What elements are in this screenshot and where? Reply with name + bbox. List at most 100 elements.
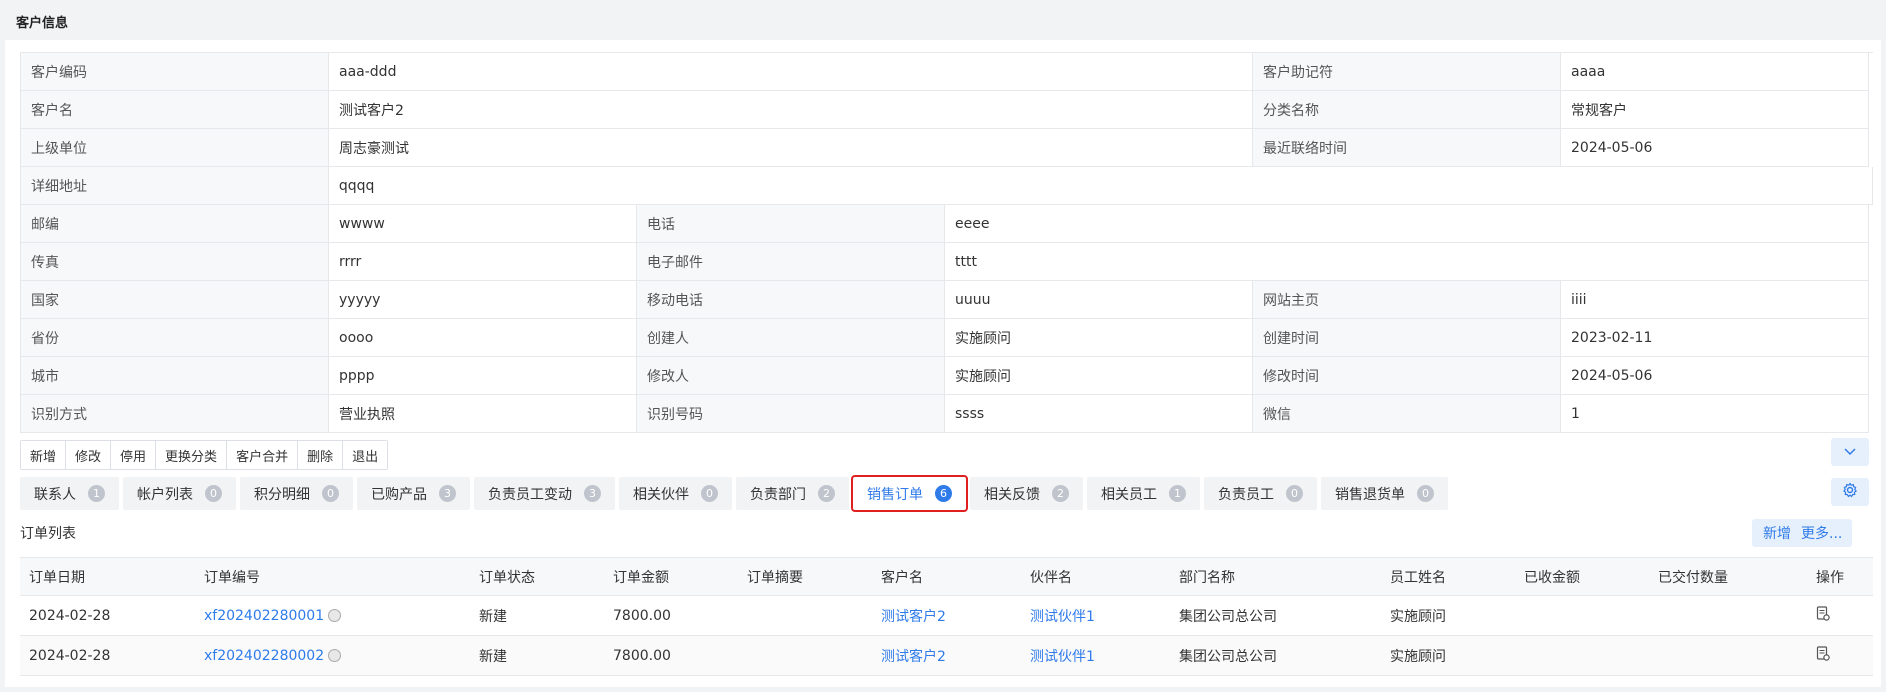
order-status: 新建 — [470, 595, 604, 636]
website-label: 网站主页 — [1253, 281, 1561, 319]
created-value: 2023-02-11 — [1561, 319, 1869, 357]
name-label: 客户名 — [21, 91, 329, 129]
column-header[interactable]: 订单状态 — [470, 557, 604, 596]
modifier-label: 修改人 — [637, 357, 945, 395]
document-settings-icon[interactable] — [1816, 606, 1830, 625]
address-label: 详细地址 — [21, 167, 329, 205]
tab-purchased-products[interactable]: 已购产品 3 — [357, 477, 470, 510]
action-toolbar: 新增 修改 停用 更换分类 客户合并 删除 退出 — [20, 440, 389, 470]
phone-label: 电话 — [637, 205, 945, 243]
column-header[interactable]: 订单日期 — [20, 557, 195, 596]
tab-settings-button[interactable] — [1831, 478, 1869, 506]
radio-icon[interactable] — [328, 648, 342, 662]
order-list-title: 订单列表 — [20, 526, 76, 542]
order-summary — [738, 595, 872, 636]
column-header[interactable]: 已交付数量 — [1649, 557, 1807, 596]
customer-info-table: 客户编码 aaa-ddd 客户助记符 aaaa 客户名 测试客户2 分类名称 常… — [20, 52, 1873, 433]
customer-link[interactable]: 测试客户2 — [881, 609, 946, 625]
employee-name: 实施顾问 — [1381, 635, 1515, 676]
tab-count-badge: 2 — [1052, 485, 1069, 502]
order-number-link[interactable]: xf202402280001 — [204, 608, 324, 624]
tab-label: 积分明细 — [254, 486, 310, 503]
delivered-quantity — [1649, 635, 1807, 676]
table-row[interactable]: 2024-02-28 xf202402280001 新建 7800.00 测试客… — [20, 595, 1873, 636]
country-label: 国家 — [21, 281, 329, 319]
id-method-value: 营业执照 — [329, 395, 637, 433]
exit-button[interactable]: 退出 — [343, 441, 388, 469]
column-header[interactable]: 伙伴名 — [1021, 557, 1170, 596]
tab-count-badge: 2 — [818, 485, 835, 502]
code-value: aaa-ddd — [329, 53, 1253, 91]
order-amount: 7800.00 — [604, 635, 738, 676]
province-value: oooo — [329, 319, 637, 357]
modified-value: 2024-05-06 — [1561, 357, 1869, 395]
tab-accounts[interactable]: 帐户列表 0 — [123, 477, 236, 510]
tab-sales-returns[interactable]: 销售退货单 0 — [1321, 477, 1448, 510]
tab-feedback[interactable]: 相关反馈 2 — [970, 477, 1083, 510]
tab-partners[interactable]: 相关伙伴 0 — [619, 477, 732, 510]
customer-link[interactable]: 测试客户2 — [881, 649, 946, 665]
city-label: 城市 — [21, 357, 329, 395]
column-header[interactable]: 部门名称 — [1170, 557, 1381, 596]
merge-customer-button[interactable]: 客户合并 — [227, 441, 299, 469]
column-header[interactable]: 员工姓名 — [1381, 557, 1515, 596]
customer-panel: 客户编码 aaa-ddd 客户助记符 aaaa 客户名 测试客户2 分类名称 常… — [5, 40, 1881, 687]
department-name: 集团公司总公司 — [1170, 595, 1381, 636]
city-value: pppp — [329, 357, 637, 395]
order-date: 2024-02-28 — [20, 595, 195, 636]
more-button[interactable]: 更多... — [1791, 519, 1853, 547]
tab-label: 帐户列表 — [137, 486, 193, 503]
column-header[interactable]: 已收金额 — [1515, 557, 1649, 596]
partner-link[interactable]: 测试伙伴1 — [1030, 649, 1095, 665]
parent-value: 周志豪测试 — [329, 129, 1253, 167]
tab-related-staff[interactable]: 相关员工 1 — [1087, 477, 1200, 510]
last-contact-value: 2024-05-06 — [1561, 129, 1869, 167]
orders-table: 订单日期 订单编号 订单状态 订单金额 订单摘要 客户名 伙伴名 部门名称 员工… — [20, 557, 1873, 676]
partner-link[interactable]: 测试伙伴1 — [1030, 609, 1095, 625]
column-header[interactable]: 订单编号 — [195, 557, 470, 596]
tab-label: 已购产品 — [371, 486, 427, 503]
tab-label: 负责部门 — [750, 486, 806, 503]
gear-icon — [1842, 482, 1858, 502]
email-value: tttt — [945, 243, 1869, 281]
disable-button[interactable]: 停用 — [111, 441, 157, 469]
column-header[interactable]: 客户名 — [872, 557, 1021, 596]
tab-label: 相关员工 — [1101, 486, 1157, 503]
delete-button[interactable]: 删除 — [298, 441, 344, 469]
order-number-cell: xf202402280001 — [195, 595, 470, 636]
edit-button[interactable]: 修改 — [66, 441, 112, 469]
partner-name-cell: 测试伙伴1 — [1021, 595, 1170, 636]
change-category-button[interactable]: 更换分类 — [156, 441, 228, 469]
received-amount — [1515, 595, 1649, 636]
tab-count-badge: 0 — [322, 485, 339, 502]
table-row[interactable]: 2024-02-28 xf202402280002 新建 7800.00 测试客… — [20, 635, 1873, 676]
column-header[interactable]: 订单金额 — [604, 557, 738, 596]
radio-icon[interactable] — [328, 608, 342, 622]
operation-cell — [1807, 635, 1873, 676]
creator-label: 创建人 — [637, 319, 945, 357]
tab-label: 销售订单 — [867, 486, 923, 503]
mobile-label: 移动电话 — [637, 281, 945, 319]
tab-points[interactable]: 积分明细 0 — [240, 477, 353, 510]
wechat-value: 1 — [1561, 395, 1869, 433]
tab-responsible-staff[interactable]: 负责员工 0 — [1204, 477, 1317, 510]
order-number-link[interactable]: xf202402280002 — [204, 648, 324, 664]
column-header: 操作 — [1807, 557, 1873, 596]
tab-departments[interactable]: 负责部门 2 — [736, 477, 849, 510]
tab-staff-changes[interactable]: 负责员工变动 3 — [474, 477, 615, 510]
tab-label: 相关反馈 — [984, 486, 1040, 503]
tab-count-badge: 6 — [935, 485, 952, 502]
table-header-row: 订单日期 订单编号 订单状态 订单金额 订单摘要 客户名 伙伴名 部门名称 员工… — [20, 557, 1873, 596]
category-label: 分类名称 — [1253, 91, 1561, 129]
column-header[interactable]: 订单摘要 — [738, 557, 872, 596]
tab-contacts[interactable]: 联系人 1 — [20, 477, 119, 510]
tab-sales-orders[interactable]: 销售订单 6 — [851, 475, 968, 512]
department-name: 集团公司总公司 — [1170, 635, 1381, 676]
mnemonic-value: aaaa — [1561, 53, 1869, 91]
new-button[interactable]: 新增 — [21, 441, 67, 469]
tab-label: 相关伙伴 — [633, 486, 689, 503]
tab-label: 联系人 — [34, 486, 76, 503]
document-settings-icon[interactable] — [1816, 646, 1830, 665]
expand-button[interactable] — [1831, 438, 1869, 466]
tab-count-badge: 0 — [701, 485, 718, 502]
